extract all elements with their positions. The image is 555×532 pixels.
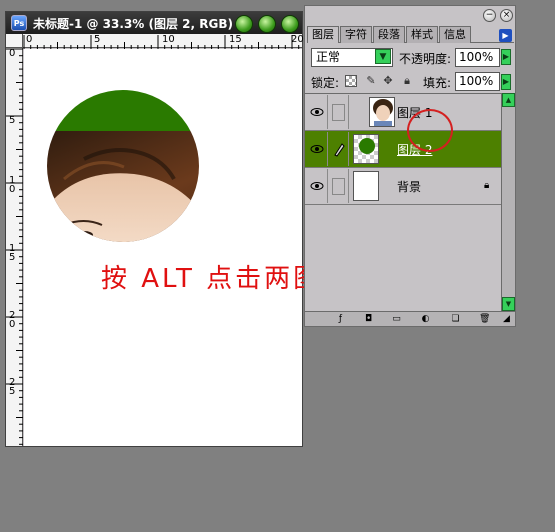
minimize-button[interactable] <box>235 15 253 33</box>
blend-row: 正常 ▼ 不透明度: 100% ▶ <box>311 48 511 68</box>
layer-row-2[interactable]: 图层 2 <box>305 131 501 168</box>
ruler-vlabel-15: 1 5 <box>9 243 16 263</box>
panel-tabs: 图层 字符 段落 样式 信息 <box>307 26 514 43</box>
layer-name[interactable]: 背景 <box>397 178 421 195</box>
new-group-icon[interactable]: ▭ <box>391 314 402 325</box>
lock-label: 锁定: <box>311 76 340 90</box>
layers-scrollbar[interactable]: ▲ ▼ <box>501 93 515 311</box>
lock-icon: 🔒︎ <box>484 180 490 191</box>
layer-thumbnail-photo <box>369 97 395 127</box>
canvas-artwork <box>47 90 199 242</box>
add-mask-icon[interactable]: ◘ <box>363 314 374 325</box>
layer-thumbnail-background <box>353 171 379 201</box>
link-toggle[interactable] <box>329 169 349 203</box>
green-layer-shape <box>47 90 199 131</box>
tab-styles[interactable]: 样式 <box>406 26 438 43</box>
eye-icon[interactable] <box>306 132 328 166</box>
resize-grip-icon[interactable]: ◢ <box>501 314 512 325</box>
ruler-vlabel-10: 1 0 <box>9 175 16 195</box>
close-button[interactable] <box>281 15 299 33</box>
eye-left <box>75 231 93 239</box>
ruler-corner[interactable] <box>6 34 23 48</box>
document-canvas[interactable] <box>24 49 302 446</box>
layers-panel: − × 图层 字符 段落 样式 信息 ▶ 正常 ▼ 不透明度: 100% ▶ 锁… <box>304 5 516 327</box>
fill-slider-icon[interactable]: ▶ <box>501 74 511 90</box>
new-layer-icon[interactable]: ❏ <box>450 314 461 325</box>
opacity-input[interactable]: 100% <box>455 48 500 67</box>
brush-icon[interactable] <box>329 132 349 166</box>
document-title: 未标题-1 @ 33.3% (图层 2, RGB) <box>33 16 233 31</box>
panel-close-button[interactable]: × <box>500 9 513 22</box>
ruler-vlabel-0: 0 <box>9 48 16 59</box>
lock-transparency-icon[interactable] <box>345 75 357 87</box>
fill-input[interactable]: 100% <box>455 72 500 91</box>
ruler-vlabel-20: 2 0 <box>9 310 16 330</box>
layers-list: ↓ 图层 1 图层 2 <box>305 93 501 311</box>
layer-style-icon[interactable]: ƒ <box>335 314 346 325</box>
layer-thumbnail-shape <box>353 134 379 164</box>
ruler-label-15: 15 <box>229 34 242 45</box>
trash-icon[interactable]: 🗑︎ <box>479 314 490 325</box>
opacity-label: 不透明度: <box>399 52 452 66</box>
panel-bottom-toolbar: ƒ ◘ ▭ ◐ ❏ 🗑︎ ◢ <box>305 311 515 326</box>
lock-row: 锁定: ✎ ✥ 🔒︎ 填充: 100% ▶ <box>311 72 511 92</box>
tab-character[interactable]: 字符 <box>340 26 372 43</box>
panel-titlebar[interactable]: − × <box>305 6 515 26</box>
ruler-vlabel-5: 5 <box>9 115 16 126</box>
lock-all-icon[interactable]: 🔒︎ <box>401 75 413 87</box>
panel-collapse-button[interactable]: − <box>483 9 496 22</box>
photoshop-icon: Ps <box>11 15 27 31</box>
adjustment-layer-icon[interactable]: ◐ <box>420 314 431 325</box>
panel-menu-icon[interactable]: ▶ <box>499 29 512 42</box>
layer-row-background[interactable]: 背景 🔒︎ <box>305 168 501 205</box>
eye-icon[interactable] <box>306 95 328 129</box>
maximize-button[interactable] <box>258 15 276 33</box>
ruler-label-0: 0 <box>26 34 33 45</box>
fill-label: 填充: <box>423 76 452 90</box>
ruler-label-20: 20 <box>291 34 304 45</box>
ruler-label-5: 5 <box>94 34 101 45</box>
layer-row-1[interactable]: ↓ 图层 1 <box>305 94 501 131</box>
tab-info[interactable]: 信息 <box>439 26 471 43</box>
ruler-vlabel-25: 2 5 <box>9 377 16 397</box>
scroll-up-icon[interactable]: ▲ <box>502 93 515 107</box>
ruler-label-10: 10 <box>162 34 175 45</box>
lock-paint-icon[interactable]: ✎ <box>365 75 377 87</box>
clipped-photo <box>47 90 199 242</box>
eye-icon[interactable] <box>306 169 328 203</box>
scroll-down-icon[interactable]: ▼ <box>502 297 515 311</box>
tab-layers[interactable]: 图层 <box>307 26 339 43</box>
tab-paragraph[interactable]: 段落 <box>373 26 405 43</box>
lock-position-icon[interactable]: ✥ <box>382 75 394 87</box>
chevron-down-icon[interactable]: ▼ <box>375 49 391 64</box>
link-toggle[interactable] <box>329 95 349 129</box>
ruler-vertical[interactable]: 0 5 1 0 1 5 2 0 2 5 <box>6 48 23 446</box>
ruler-horizontal[interactable]: 0 5 10 15 20 <box>23 34 304 49</box>
opacity-slider-icon[interactable]: ▶ <box>501 49 511 65</box>
document-window: Ps 未标题-1 @ 33.3% (图层 2, RGB) 0 5 10 15 2… <box>5 11 304 447</box>
document-titlebar[interactable]: Ps 未标题-1 @ 33.3% (图层 2, RGB) <box>6 12 302 34</box>
highlight-circle <box>407 109 453 152</box>
